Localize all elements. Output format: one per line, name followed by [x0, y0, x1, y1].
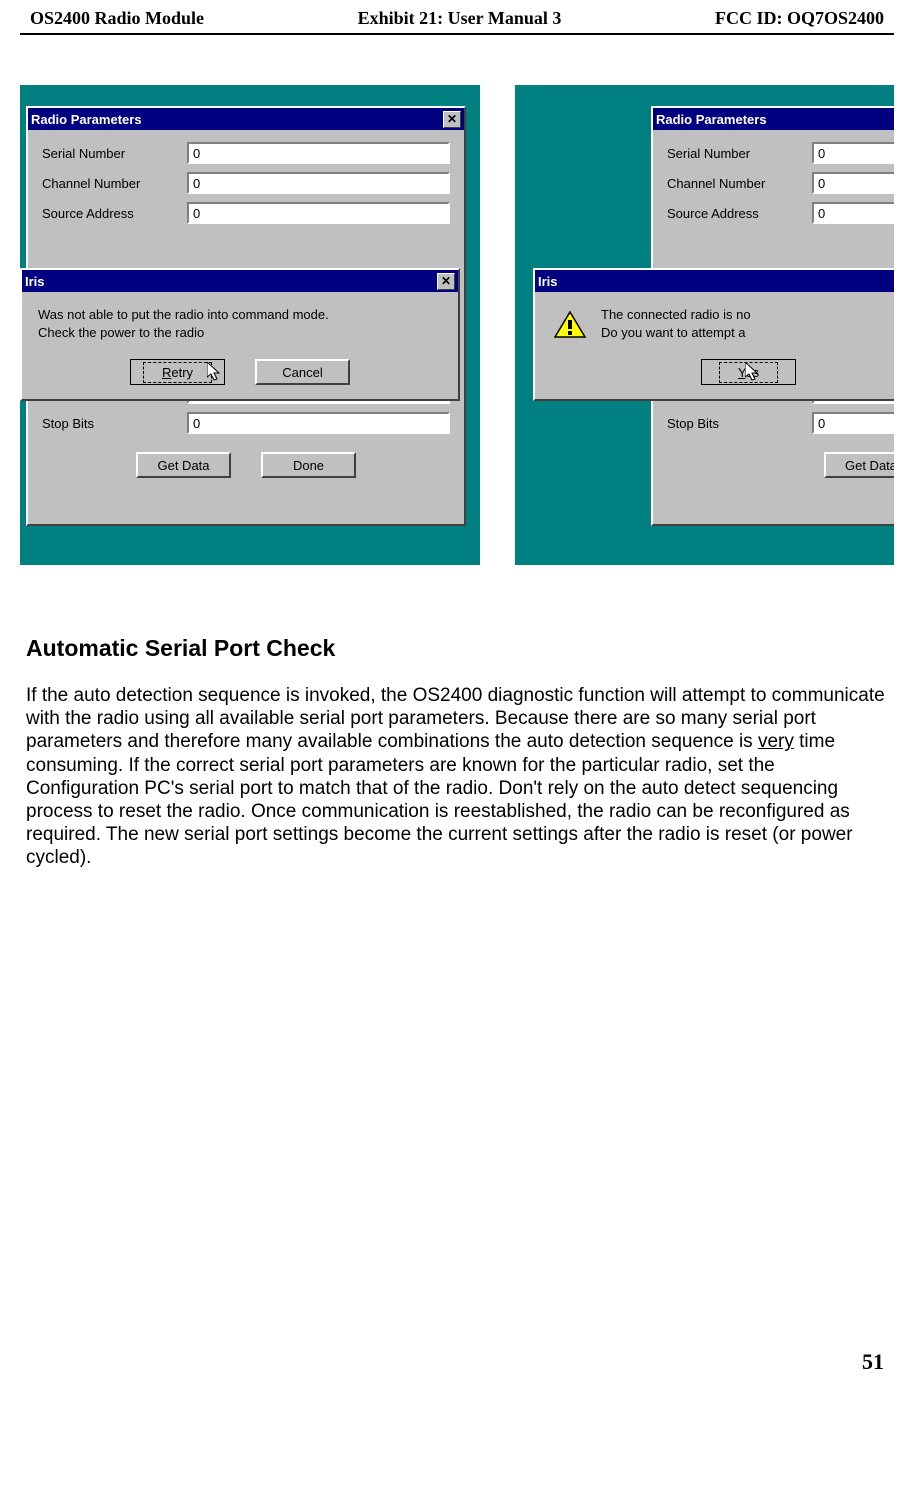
cancel-button[interactable]: Cancel	[255, 359, 350, 385]
input-source-address[interactable]: 0	[812, 202, 894, 224]
label-source-address: Source Address	[667, 206, 812, 221]
window-title: Radio Parameters	[656, 112, 767, 127]
input-stop-bits[interactable]: 0	[187, 412, 450, 434]
dialog-message-line2: Do you want to attempt a	[601, 324, 894, 342]
field-source-address: Source Address 0	[667, 202, 894, 224]
input-channel-number[interactable]: 0	[812, 172, 894, 194]
retry-button[interactable]: Retry	[130, 359, 225, 385]
yes-button[interactable]: Yes	[701, 359, 796, 385]
iris-dialog: Iris The connected radio is no Do you wa…	[533, 268, 894, 401]
close-icon[interactable]: ✕	[443, 111, 461, 128]
header-right: FCC ID: OQ7OS2400	[715, 8, 884, 29]
input-serial-number[interactable]: 0	[812, 142, 894, 164]
page-number: 51	[20, 1349, 894, 1375]
input-source-address[interactable]: 0	[187, 202, 450, 224]
section-paragraph: If the auto detection sequence is invoke…	[20, 684, 894, 869]
section-title: Automatic Serial Port Check	[20, 635, 894, 662]
label-serial-number: Serial Number	[42, 146, 187, 161]
field-serial-number: Serial Number 0	[42, 142, 450, 164]
screenshot-left: Radio Parameters ✕ Serial Number 0 Chann…	[20, 85, 480, 565]
window-title: Radio Parameters	[31, 112, 142, 127]
field-source-address: Source Address 0	[42, 202, 450, 224]
input-channel-number[interactable]: 0	[187, 172, 450, 194]
input-stop-bits[interactable]: 0	[812, 412, 894, 434]
screenshots-area: Radio Parameters ✕ Serial Number 0 Chann…	[20, 85, 894, 565]
close-icon[interactable]: ✕	[437, 273, 455, 290]
dialog-message-line1: Was not able to put the radio into comma…	[38, 306, 442, 324]
dialog-title: Iris	[25, 274, 45, 289]
field-channel-number: Channel Number 0	[667, 172, 894, 194]
label-channel-number: Channel Number	[42, 176, 187, 191]
field-serial-number: Serial Number 0	[667, 142, 894, 164]
get-data-button[interactable]: Get Data	[136, 452, 231, 478]
done-button[interactable]: Done	[261, 452, 356, 478]
dialog-message-line1: The connected radio is no	[601, 306, 894, 324]
radio-parameters-window: Radio Parameters ✕ Serial Number 0 Chann…	[26, 106, 466, 526]
header-center: Exhibit 21: User Manual 3	[358, 8, 562, 29]
label-stop-bits: Stop Bits	[42, 416, 187, 431]
header-left: OS2400 Radio Module	[30, 8, 204, 29]
get-data-button[interactable]: Get Data	[824, 452, 895, 478]
dialog-message-line2: Check the power to the radio	[38, 324, 442, 342]
page-header: OS2400 Radio Module Exhibit 21: User Man…	[20, 0, 894, 35]
window-titlebar[interactable]: Radio Parameters	[653, 108, 894, 130]
paragraph-underline-very: very	[758, 731, 794, 752]
window-titlebar[interactable]: Radio Parameters ✕	[28, 108, 464, 130]
radio-parameters-window: Radio Parameters Serial Number 0 Channel…	[651, 106, 894, 526]
paragraph-part-1: If the auto detection sequence is invoke…	[26, 685, 885, 752]
dialog-titlebar[interactable]: Iris ✕	[22, 270, 458, 292]
dialog-titlebar[interactable]: Iris	[535, 270, 894, 292]
field-stop-bits: Stop Bits 0	[42, 412, 450, 434]
screenshot-right: Radio Parameters Serial Number 0 Channel…	[515, 85, 894, 565]
field-stop-bits: Stop Bits 0	[667, 412, 894, 434]
dialog-title: Iris	[538, 274, 558, 289]
warning-icon	[553, 310, 587, 340]
label-serial-number: Serial Number	[667, 146, 812, 161]
label-channel-number: Channel Number	[667, 176, 812, 191]
label-source-address: Source Address	[42, 206, 187, 221]
field-channel-number: Channel Number 0	[42, 172, 450, 194]
iris-dialog: Iris ✕ Was not able to put the radio int…	[20, 268, 460, 401]
label-stop-bits: Stop Bits	[667, 416, 812, 431]
input-serial-number[interactable]: 0	[187, 142, 450, 164]
